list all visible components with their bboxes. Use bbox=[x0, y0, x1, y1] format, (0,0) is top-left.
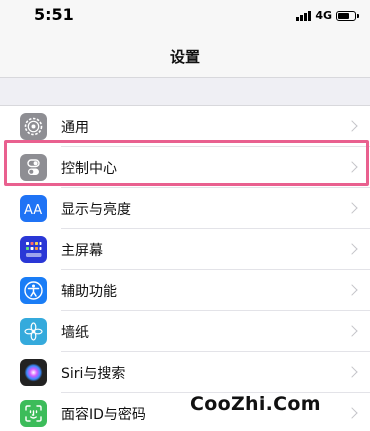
flower-icon bbox=[20, 318, 47, 345]
gear-icon bbox=[20, 113, 47, 140]
accessibility-icon bbox=[20, 277, 47, 304]
settings-item-label: 主屏幕 bbox=[61, 242, 103, 259]
chevron-right-icon bbox=[346, 201, 358, 214]
signal-icon bbox=[296, 10, 312, 21]
settings-item-label: 显示与亮度 bbox=[61, 201, 131, 218]
chevron-right-icon bbox=[346, 365, 358, 378]
battery-icon bbox=[336, 10, 359, 21]
svg-text:AA: AA bbox=[24, 203, 42, 216]
status-indicators: 4G bbox=[296, 9, 359, 22]
navigation-bar: 设置 bbox=[0, 30, 370, 78]
chevron-right-icon bbox=[346, 283, 358, 296]
settings-item-home-screen[interactable]: 主屏幕 bbox=[0, 229, 370, 270]
chevron-right-icon bbox=[346, 324, 358, 337]
page-title: 设置 bbox=[169, 48, 200, 66]
settings-item-label: 辅助功能 bbox=[61, 283, 117, 300]
settings-item-label: 面容ID与密码 bbox=[61, 406, 146, 423]
settings-item-label: 通用 bbox=[61, 119, 89, 136]
home-grid-icon bbox=[20, 236, 47, 263]
status-bar: 5:51 4G bbox=[0, 0, 370, 30]
settings-item-label: 墙纸 bbox=[61, 324, 89, 341]
settings-list: 通用 控制中心 AA 显示与亮度 主屏幕 辅助功能 墙纸 Siri与搜索 面容I… bbox=[0, 105, 370, 431]
settings-item-label: 控制中心 bbox=[61, 160, 117, 177]
chevron-right-icon bbox=[346, 406, 358, 419]
settings-item-accessibility[interactable]: 辅助功能 bbox=[0, 270, 370, 311]
chevron-right-icon bbox=[346, 119, 358, 132]
network-type: 4G bbox=[315, 9, 332, 22]
status-time: 5:51 bbox=[34, 5, 74, 24]
settings-item-general[interactable]: 通用 bbox=[0, 106, 370, 147]
toggle-switches-icon bbox=[20, 154, 47, 181]
settings-item-label: Siri与搜索 bbox=[61, 365, 126, 382]
chevron-right-icon bbox=[346, 160, 358, 173]
settings-item-display-brightness[interactable]: AA 显示与亮度 bbox=[0, 188, 370, 229]
aa-text-icon: AA bbox=[20, 195, 47, 222]
settings-item-control-center[interactable]: 控制中心 bbox=[0, 147, 370, 188]
siri-icon bbox=[20, 359, 47, 386]
settings-item-wallpaper[interactable]: 墙纸 bbox=[0, 311, 370, 352]
settings-item-siri-search[interactable]: Siri与搜索 bbox=[0, 352, 370, 393]
watermark: CooZhi.Com bbox=[190, 393, 321, 415]
chevron-right-icon bbox=[346, 242, 358, 255]
face-id-icon bbox=[20, 400, 47, 427]
